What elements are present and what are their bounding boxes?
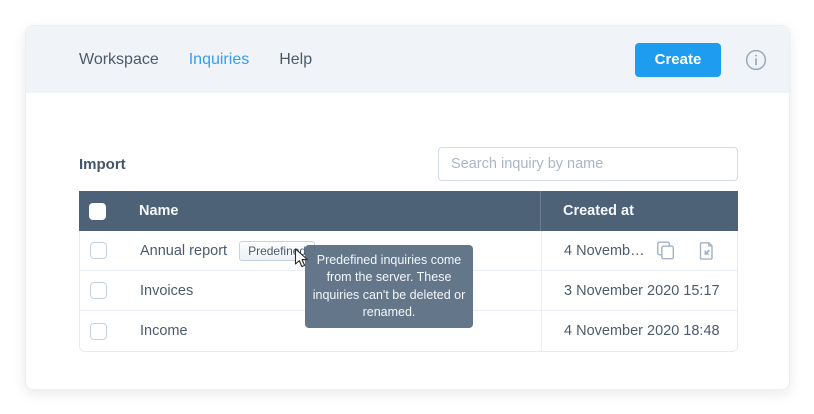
- row-checkbox[interactable]: [90, 282, 107, 299]
- column-label-name: Name: [139, 203, 179, 219]
- created-at-value: 4 Novemb…: [564, 243, 645, 259]
- copy-icon[interactable]: [655, 240, 677, 262]
- created-at-value: 4 November 2020 18:48: [564, 323, 720, 339]
- page-title: Import: [79, 156, 126, 173]
- info-icon[interactable]: [745, 49, 767, 71]
- header-cell-name: Name: [79, 191, 541, 231]
- row-checkbox[interactable]: [90, 242, 107, 259]
- row-checkbox[interactable]: [90, 323, 107, 340]
- search-input[interactable]: [438, 147, 738, 181]
- mouse-cursor: [294, 248, 309, 274]
- inquiry-name: Invoices: [140, 283, 193, 299]
- inquiry-name: Income: [140, 323, 188, 339]
- nav-menu: Workspace Inquiries Help: [79, 51, 312, 69]
- header-cell-created-at: Created at: [541, 191, 738, 231]
- created-at-cell: 4 Novemb…: [542, 231, 737, 270]
- page: Workspace Inquiries Help Create Import N…: [0, 0, 814, 414]
- nav-item-help[interactable]: Help: [279, 51, 312, 69]
- created-at-cell: 3 November 2020 15:17: [542, 271, 737, 310]
- nav-item-inquiries[interactable]: Inquiries: [189, 51, 249, 69]
- inquiry-name: Annual report: [140, 243, 227, 259]
- select-all-checkbox[interactable]: [89, 203, 106, 220]
- file-export-icon[interactable]: [695, 240, 717, 262]
- app-card: Workspace Inquiries Help Create Import N…: [25, 25, 790, 390]
- nav-item-workspace[interactable]: Workspace: [79, 51, 159, 69]
- predefined-tooltip: Predefined inquiries come from the serve…: [305, 245, 473, 328]
- created-at-value: 3 November 2020 15:17: [564, 283, 720, 299]
- table-header: Name Created at: [79, 191, 738, 231]
- top-navigation: Workspace Inquiries Help Create: [26, 26, 789, 93]
- create-button[interactable]: Create: [635, 43, 721, 77]
- created-at-cell: 4 November 2020 18:48: [542, 311, 737, 351]
- column-label-created-at: Created at: [563, 203, 634, 219]
